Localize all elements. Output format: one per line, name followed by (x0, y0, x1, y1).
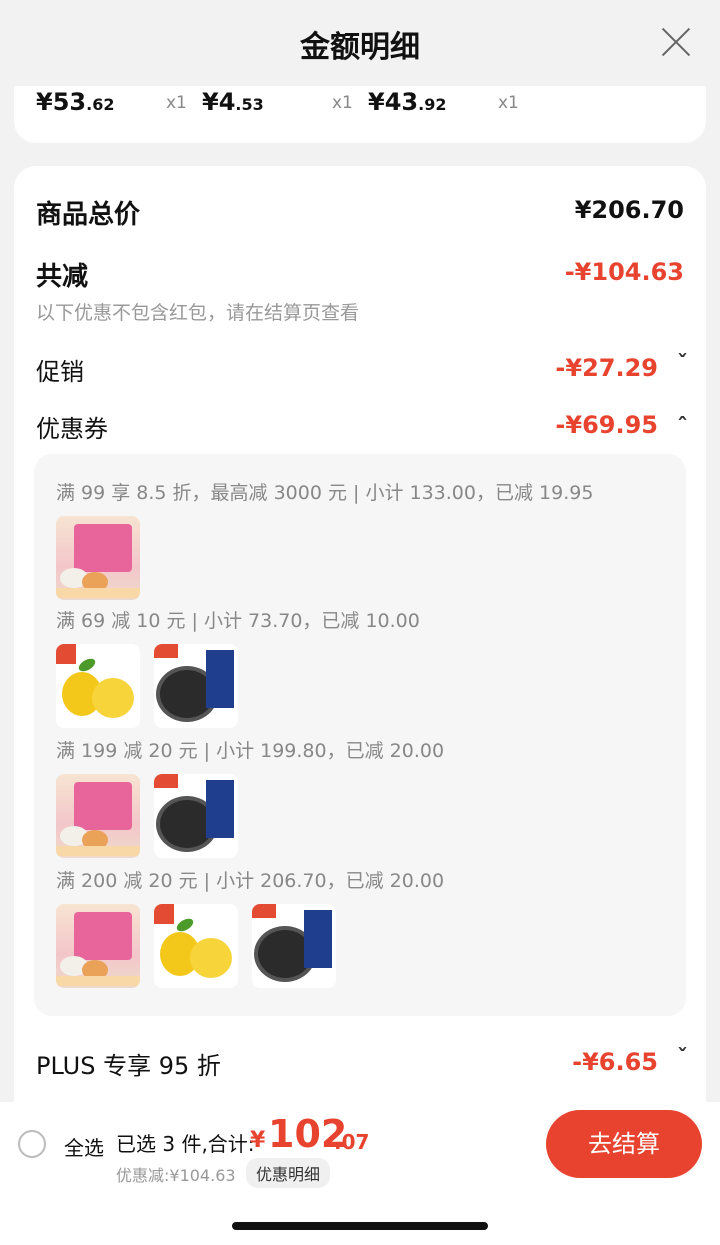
checkout-button[interactable]: 去结算 (546, 1110, 702, 1178)
lemon-thumb[interactable] (154, 904, 238, 988)
plus-value[interactable]: -¥6.65 (572, 1048, 658, 1076)
modal-title: 金额明细 (300, 30, 420, 65)
total-value: ¥206.70 (574, 196, 684, 224)
total-label: 商品总价 (36, 200, 141, 230)
item-price: ¥53.62 (36, 88, 115, 116)
saved-amount: 优惠减:¥104.63 (116, 1166, 236, 1185)
mooncake-gift-box-thumb[interactable] (56, 774, 140, 858)
chevron-down-icon[interactable]: ˇ (677, 352, 688, 377)
shrimp-thumb[interactable] (154, 644, 238, 728)
item-qty: x1 (332, 93, 353, 113)
coupon-rule: 满 69 减 10 元 | 小计 73.70，已减 10.00 (56, 610, 420, 632)
discount-detail-link[interactable]: 优惠明细 (246, 1158, 331, 1188)
coupon-breakdown: 满 99 享 8.5 折，最高减 3000 元 | 小计 133.00，已减 1… (34, 454, 686, 1016)
mooncake-gift-box-thumb[interactable] (56, 516, 140, 600)
select-all-checkbox[interactable] (18, 1130, 46, 1158)
item-price: ¥43.92 (368, 88, 447, 116)
promo-label[interactable]: 促销 (36, 352, 84, 387)
shrimp-thumb[interactable] (154, 774, 238, 858)
item-price: ¥4.53 (202, 88, 264, 116)
item-qty: x1 (166, 93, 187, 113)
item-qty: x1 (498, 93, 519, 113)
sum-decimal: .07 (334, 1130, 370, 1154)
item-list-card: ¥53.62 x1 ¥4.53 x1 ¥43.92 x1 (14, 86, 706, 143)
chevron-up-icon[interactable]: ˆ (677, 415, 688, 440)
home-indicator[interactable] (232, 1222, 488, 1230)
selected-count: 已选 3 件,合计: (116, 1132, 255, 1156)
coupon-rule: 满 99 享 8.5 折，最高减 3000 元 | 小计 133.00，已减 1… (56, 482, 594, 504)
coupon-label[interactable]: 优惠券 (36, 409, 108, 444)
coupon-rule: 满 199 减 20 元 | 小计 199.80，已减 20.00 (56, 740, 445, 762)
shrimp-thumb[interactable] (252, 904, 336, 988)
price-detail-card: 商品总价 ¥206.70 共减 -¥104.63 以下优惠不包含红包，请在结算页… (14, 166, 706, 1116)
lemon-thumb[interactable] (56, 644, 140, 728)
select-all-label[interactable]: 全选 (64, 1132, 104, 1161)
coupon-value[interactable]: -¥69.95 (555, 411, 658, 439)
chevron-down-icon[interactable]: ˇ (677, 1046, 688, 1071)
discount-label: 共减 (36, 262, 89, 292)
close-icon[interactable] (660, 26, 692, 58)
coupon-rule: 满 200 减 20 元 | 小计 206.70，已减 20.00 (56, 870, 445, 892)
discount-note: 以下优惠不包含红包，请在结算页查看 (36, 302, 360, 324)
discount-value: -¥104.63 (564, 258, 684, 286)
plus-label[interactable]: PLUS 专享 95 折 (36, 1046, 221, 1081)
sum-currency: ¥ (250, 1128, 266, 1153)
mooncake-gift-box-thumb[interactable] (56, 904, 140, 988)
promo-value[interactable]: -¥27.29 (555, 354, 658, 382)
checkout-bar: 全选 已选 3 件,合计: ¥ 102 .07 优惠减:¥104.63 优惠明细… (0, 1102, 720, 1245)
modal-header: 金额明细 (0, 0, 720, 86)
